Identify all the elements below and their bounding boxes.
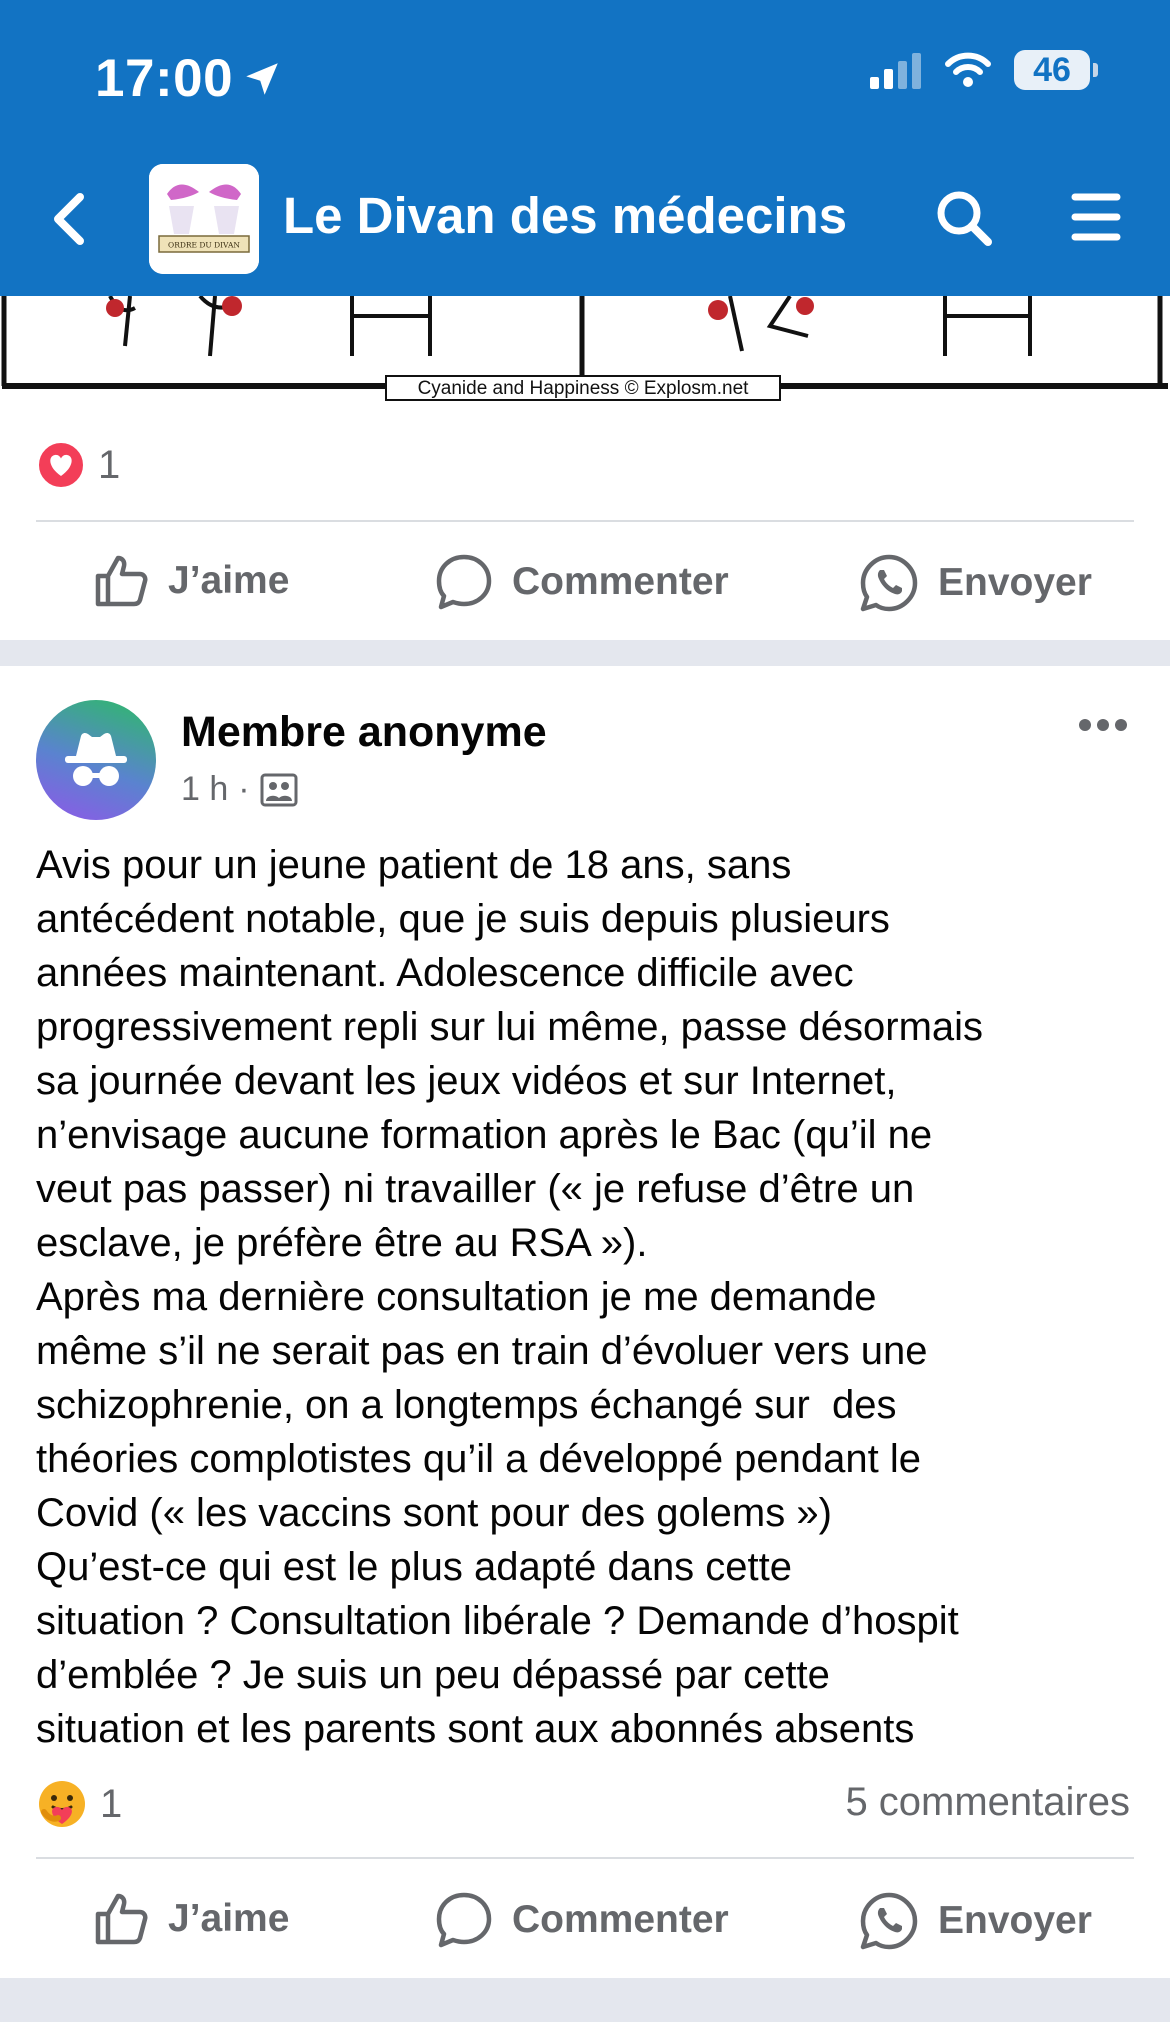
post-options-button[interactable]	[1078, 718, 1128, 737]
battery-level: 46	[1033, 50, 1071, 89]
group-logo-image: ORDRE DU DIVAN	[149, 164, 259, 274]
wifi-icon	[945, 52, 991, 87]
post1-reaction-count: 1	[98, 442, 121, 487]
post2-comment-label: Commenter	[512, 1898, 729, 1941]
post-author[interactable]: Membre anonyme	[181, 708, 547, 757]
comic-image[interactable]: Cyanide and Happiness © Explosm.net	[0, 294, 1170, 408]
chevron-left-icon	[54, 193, 84, 245]
thumbs-up-icon	[95, 1893, 148, 1945]
thumbs-up-icon	[95, 555, 148, 607]
post1-like-label: J’aime	[168, 559, 290, 602]
group-logo[interactable]: ORDRE DU DIVAN	[149, 164, 259, 274]
back-button[interactable]	[52, 193, 86, 250]
whatsapp-icon	[860, 554, 918, 612]
hamburger-menu-icon	[1071, 193, 1121, 241]
svg-text:ORDRE DU DIVAN: ORDRE DU DIVAN	[168, 241, 240, 250]
search-icon	[937, 191, 992, 246]
post1-action-bar: J’aime Commenter Envoyer	[0, 540, 1170, 620]
comment-bubble-icon	[436, 1892, 492, 1948]
post-body-text: Avis pour un jeune patient de 18 ans, sa…	[36, 843, 984, 1751]
group-title[interactable]: Le Divan des médecins	[283, 186, 847, 245]
author-avatar[interactable]	[36, 700, 156, 820]
feed-separator	[0, 640, 1170, 666]
post2-divider	[36, 1857, 1134, 1859]
incognito-icon	[65, 732, 127, 786]
feed-separator-bottom	[0, 1978, 1170, 2022]
post-meta: 1 h ·	[181, 770, 298, 809]
meta-separator: ·	[238, 770, 250, 808]
signal-icon	[870, 53, 921, 89]
post2-reactions[interactable]: 1	[36, 1778, 122, 1830]
comments-count-link[interactable]: 5 commentaires	[845, 1780, 1130, 1825]
post2-send-button[interactable]: Envoyer	[858, 1890, 1092, 1952]
post1-like-button[interactable]: J’aime	[92, 552, 289, 610]
post2-action-bar: J’aime Commenter Envoyer	[0, 1878, 1170, 1958]
app-header: 17:00 46 ORDRE DU DIVAN Le Divan des méd…	[0, 0, 1170, 296]
whatsapp-icon	[860, 1892, 918, 1950]
post2-like-label: J’aime	[168, 1897, 290, 1940]
post1-comment-label: Commenter	[512, 560, 729, 603]
post1-divider	[36, 520, 1134, 522]
post2-like-button[interactable]: J’aime	[92, 1890, 289, 1948]
post-time[interactable]: 1 h	[181, 770, 228, 809]
post1-reactions[interactable]: 1	[36, 440, 120, 490]
love-reaction-icon	[37, 441, 85, 489]
comic-strip-illustration: Cyanide and Happiness © Explosm.net	[0, 294, 1170, 408]
time-text: 17:00	[95, 49, 234, 108]
status-bar-time: 17:00	[95, 48, 283, 109]
post2-comment-button[interactable]: Commenter	[434, 1890, 729, 1950]
location-arrow-icon	[246, 62, 278, 95]
menu-button[interactable]	[1071, 191, 1121, 248]
post1-send-button[interactable]: Envoyer	[858, 552, 1092, 614]
group-members-icon	[260, 773, 298, 806]
more-horizontal-icon	[1079, 719, 1127, 731]
comment-bubble-icon	[436, 554, 492, 610]
care-reaction-icon	[39, 1781, 85, 1827]
status-bar-indicators: 46	[870, 50, 1098, 90]
comic-credit: Cyanide and Happiness © Explosm.net	[418, 378, 750, 399]
search-button[interactable]	[934, 188, 994, 253]
post2-reaction-count: 1	[100, 1781, 123, 1826]
post1-send-label: Envoyer	[938, 561, 1092, 604]
post1-comment-button[interactable]: Commenter	[434, 552, 729, 612]
battery-indicator: 46	[1014, 50, 1098, 90]
post2-send-label: Envoyer	[938, 1899, 1092, 1942]
